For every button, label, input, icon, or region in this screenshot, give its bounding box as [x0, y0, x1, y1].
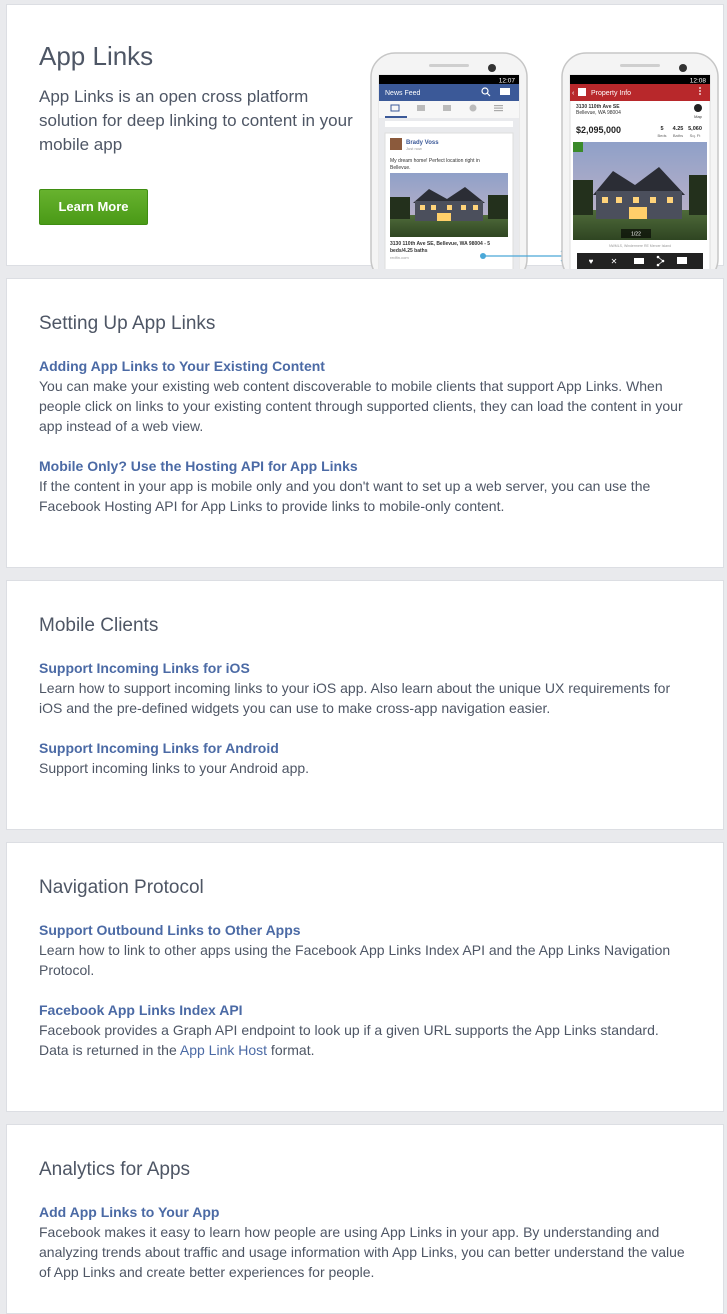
index-api-link[interactable]: Facebook App Links Index API — [39, 1002, 243, 1018]
link-caption-line2: beds/4.25 baths — [390, 248, 428, 254]
left-house-photo — [390, 173, 508, 237]
message-icon — [677, 257, 687, 264]
hero-card: App Links App Links is an open cross pla… — [6, 4, 725, 269]
add-app-links-link[interactable]: Add App Links to Your App — [39, 1204, 219, 1220]
link-caption-line1: 3130 110th Ave SE, Bellevue, WA 98004 - … — [390, 241, 490, 247]
left-status-time: 12:07 — [499, 78, 516, 85]
post-text-line1: My dream home! Perfect location right in — [390, 158, 480, 164]
right-header-title: Property Info — [591, 90, 631, 97]
sqft-value: 5,060 — [688, 126, 702, 132]
adding-app-links-link[interactable]: Adding App Links to Your Existing Conten… — [39, 358, 325, 374]
left-phone: 12:07 News Feed Brady Voss Just now My d… — [370, 52, 528, 269]
section-title: Analytics for Apps — [39, 1159, 191, 1180]
property-price: $2,095,000 — [576, 125, 621, 135]
beds-label: Beds — [657, 133, 666, 138]
left-header-title: News Feed — [385, 90, 421, 97]
baths-value: 4.25 — [673, 126, 684, 132]
post-meta: Just now — [406, 146, 422, 151]
item-description: Learn how to support incoming links to y… — [39, 680, 671, 716]
learn-more-button[interactable]: Learn More — [39, 189, 148, 225]
left-friends-icon — [500, 88, 510, 95]
ios-links-link[interactable]: Support Incoming Links for iOS — [39, 660, 250, 676]
hosting-api-link[interactable]: Mobile Only? Use the Hosting API for App… — [39, 458, 358, 474]
item-description: Learn how to link to other apps using th… — [39, 942, 671, 978]
note-icon — [634, 258, 644, 264]
section-mobile-clients: Mobile Clients Support Incoming Links fo… — [6, 580, 724, 830]
hero-description: App Links is an open cross platform solu… — [39, 87, 353, 154]
item-description: Facebook provides a Graph API endpoint t… — [39, 1020, 689, 1060]
android-links-link[interactable]: Support Incoming Links for Android — [39, 740, 279, 756]
outbound-links-link[interactable]: Support Outbound Links to Other Apps — [39, 922, 301, 938]
section-navigation-protocol: Navigation Protocol Support Outbound Lin… — [6, 842, 724, 1112]
item-description: Facebook makes it easy to learn how peop… — [39, 1224, 685, 1280]
desc-text: format. — [267, 1042, 315, 1058]
map-pin-icon — [694, 104, 702, 112]
map-label: Map — [694, 114, 703, 119]
app-link-host-link[interactable]: App Link Host — [180, 1042, 267, 1058]
right-phone: 12:08 ‹ Property Info 3130 110th Ave SE … — [561, 52, 719, 269]
dismiss-x-icon: ✕ — [611, 257, 618, 266]
property-address-line2: Bellevue, WA 98004 — [576, 110, 621, 116]
item-description: If the content in your app is mobile onl… — [39, 478, 651, 514]
section-analytics: Analytics for Apps Add App Links to Your… — [6, 1124, 724, 1314]
section-title: Mobile Clients — [39, 615, 159, 636]
right-status-time: 12:08 — [690, 78, 707, 85]
desc-text: Facebook provides a Graph API endpoint t… — [39, 1022, 659, 1058]
sqft-label: Sq. Ft — [690, 133, 702, 138]
photo-credit: NWMLS, Windermere RE Mercer Island — [609, 244, 671, 248]
hero-title: App Links — [39, 41, 154, 71]
photo-counter: 1/22 — [631, 232, 641, 238]
link-domain: redfin.com — [390, 255, 409, 260]
item-description: Support incoming links to your Android a… — [39, 760, 310, 776]
overflow-menu-icon — [699, 87, 701, 95]
phones-illustration: 12:07 News Feed Brady Voss Just now My d… — [367, 45, 725, 269]
favorite-heart-icon: ♥ — [589, 257, 594, 266]
item-description: You can make your existing web content d… — [39, 378, 683, 434]
post-text-line2: Bellevue. — [390, 165, 411, 171]
right-house-photo — [573, 142, 707, 240]
baths-label: Baths — [673, 133, 683, 138]
section-title: Setting Up App Links — [39, 313, 216, 334]
section-setting-up: Setting Up App Links Adding App Links to… — [6, 278, 724, 568]
section-title: Navigation Protocol — [39, 877, 204, 898]
beds-value: 5 — [660, 126, 663, 132]
